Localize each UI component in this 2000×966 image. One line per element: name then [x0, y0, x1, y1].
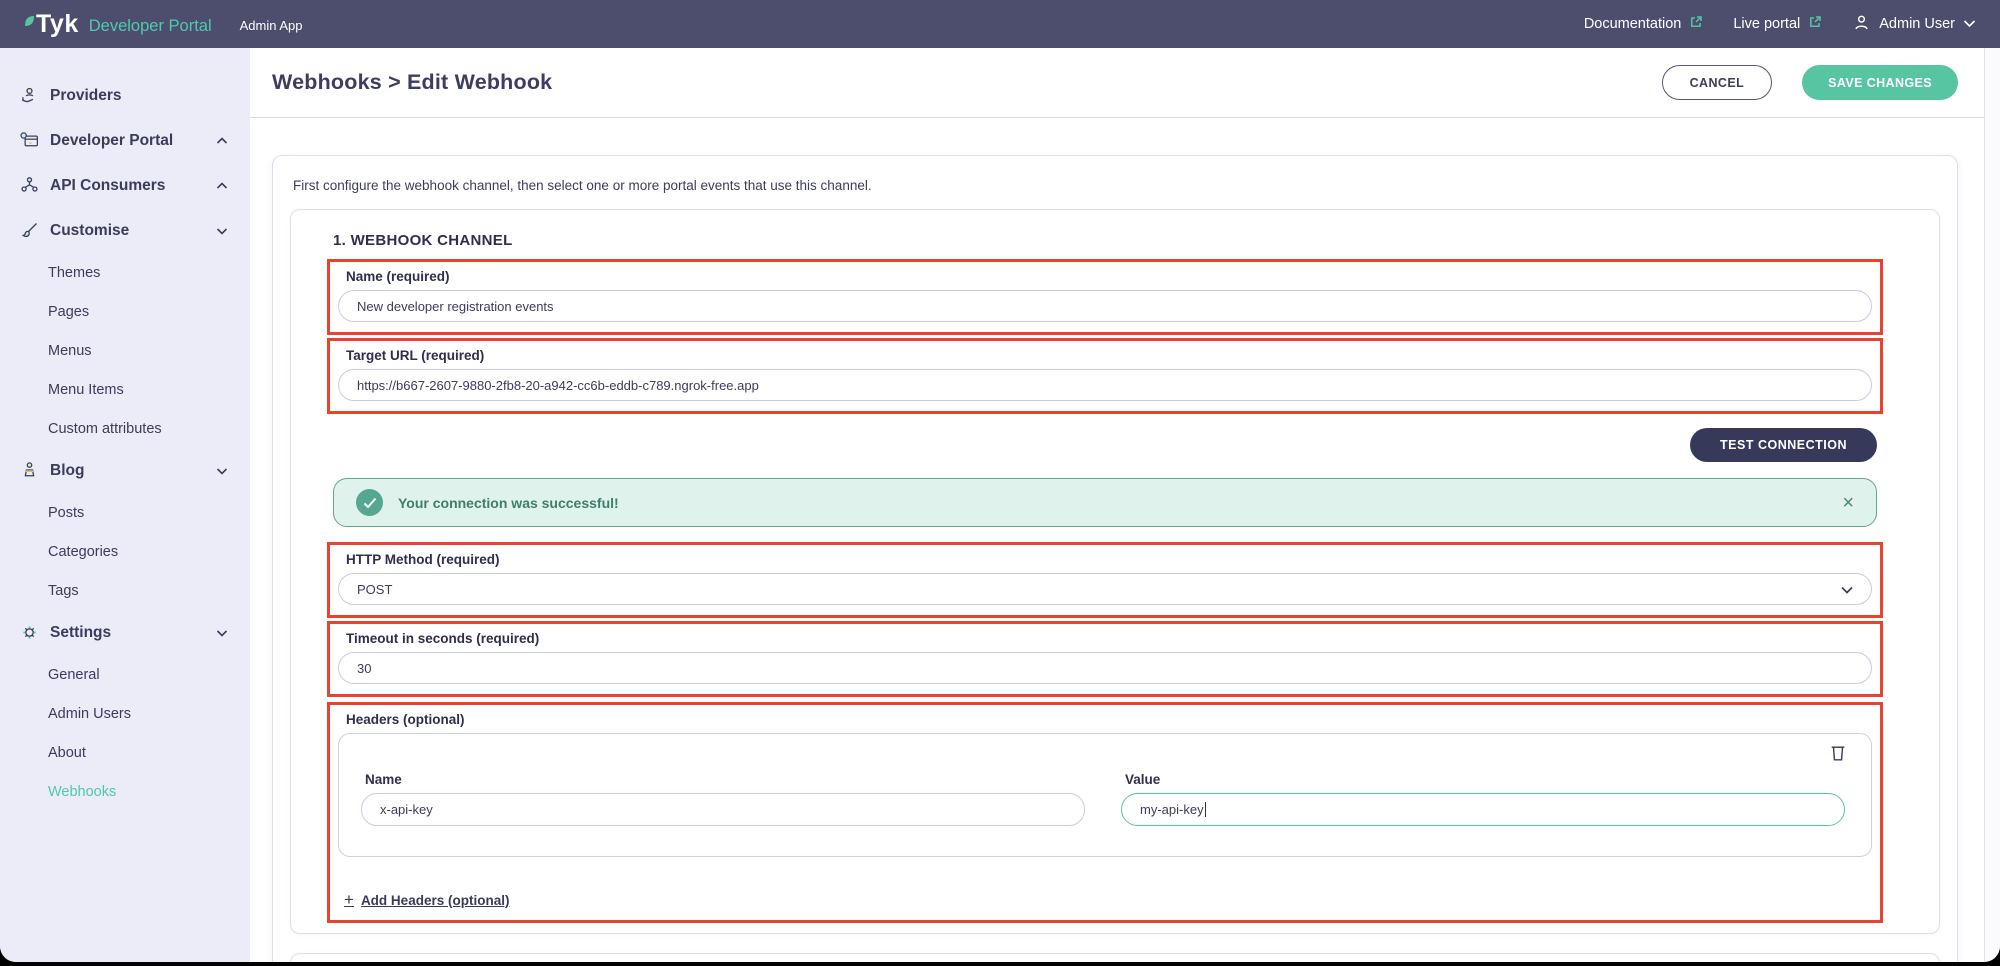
logo-text: Tyk	[36, 7, 79, 41]
providers-icon	[18, 85, 40, 106]
http-method-value: POST	[357, 582, 392, 597]
app-window: Tyk Developer Portal Admin App Documenta…	[0, 0, 2000, 962]
portal-events-card	[290, 953, 1940, 962]
settings-icon	[18, 622, 40, 643]
timeout-input[interactable]	[338, 652, 1872, 684]
sidebar-item-about[interactable]: About	[0, 733, 250, 772]
api-consumers-icon	[18, 175, 40, 196]
sidebar-item-webhooks[interactable]: Webhooks	[0, 772, 250, 811]
trash-icon	[1829, 751, 1847, 766]
cancel-button[interactable]: CANCEL	[1662, 65, 1772, 100]
user-menu[interactable]: Admin User	[1852, 13, 1976, 36]
sidebar-item-pages[interactable]: Pages	[0, 292, 250, 331]
chevron-down-icon	[216, 227, 228, 235]
app-name: Admin App	[240, 18, 303, 33]
header-value-text: my-api-key	[1140, 802, 1204, 817]
user-icon	[1852, 13, 1871, 36]
save-changes-button[interactable]: SAVE CHANGES	[1802, 65, 1958, 100]
sidebar-item-menus[interactable]: Menus	[0, 331, 250, 370]
target-url-field-label: Target URL (required)	[346, 348, 1872, 363]
header-value-input[interactable]: my-api-key	[1121, 793, 1845, 826]
intro-text: First configure the webhook channel, the…	[293, 178, 1957, 193]
external-link-icon	[1689, 15, 1703, 33]
add-headers-link[interactable]: + Add Headers (optional)	[344, 890, 509, 910]
page-header: Webhooks > Edit Webhook CANCEL SAVE CHAN…	[250, 48, 1984, 118]
sidebar-item-custom-attributes[interactable]: Custom attributes	[0, 409, 250, 448]
chevron-down-icon	[1963, 16, 1976, 32]
annotation-box-name: Name (required)	[327, 259, 1883, 335]
name-field-label: Name (required)	[346, 269, 1872, 284]
close-icon[interactable]: ×	[1842, 493, 1854, 513]
header-name-label: Name	[365, 772, 1085, 787]
product-name: Developer Portal	[89, 17, 212, 36]
sidebar: Providers Developer Portal API Consumers	[0, 48, 250, 962]
annotation-box-timeout: Timeout in seconds (required)	[327, 621, 1883, 697]
sidebar-item-categories[interactable]: Categories	[0, 532, 250, 571]
chevron-down-icon	[216, 467, 228, 475]
sidebar-item-developer-portal[interactable]: Developer Portal	[0, 118, 250, 163]
headers-section-label: Headers (optional)	[346, 712, 1872, 727]
target-url-input[interactable]	[338, 369, 1872, 401]
tyk-leaf-icon	[24, 14, 35, 32]
http-method-field-label: HTTP Method (required)	[346, 552, 1872, 567]
chevron-up-icon	[216, 137, 228, 145]
sidebar-item-general[interactable]: General	[0, 655, 250, 694]
section-title: 1. WEBHOOK CHANNEL	[333, 232, 1883, 249]
sidebar-item-api-consumers[interactable]: API Consumers	[0, 163, 250, 208]
chevron-down-icon	[216, 629, 228, 637]
add-headers-label: Add Headers (optional)	[361, 893, 510, 908]
developer-portal-icon	[18, 130, 40, 151]
breadcrumb: Webhooks > Edit Webhook	[272, 70, 552, 95]
http-method-select[interactable]: POST	[338, 573, 1872, 605]
annotation-box-target-url: Target URL (required)	[327, 338, 1883, 414]
sidebar-item-admin-users[interactable]: Admin Users	[0, 694, 250, 733]
chevron-down-icon	[1840, 582, 1854, 600]
live-portal-label: Live portal	[1733, 16, 1800, 32]
check-circle-icon	[356, 489, 383, 516]
main-content: First configure the webhook channel, the…	[250, 118, 1984, 962]
top-navbar: Tyk Developer Portal Admin App Documenta…	[0, 0, 2000, 48]
sidebar-item-posts[interactable]: Posts	[0, 493, 250, 532]
external-link-icon	[1808, 15, 1822, 33]
live-portal-link[interactable]: Live portal	[1733, 15, 1822, 33]
vertical-scrollbar[interactable]	[1984, 48, 2000, 962]
delete-header-button[interactable]	[1829, 744, 1847, 766]
sidebar-item-settings[interactable]: Settings	[0, 610, 250, 655]
customise-icon	[18, 220, 40, 241]
header-value-label: Value	[1125, 772, 1845, 787]
sidebar-item-tags[interactable]: Tags	[0, 571, 250, 610]
plus-icon: +	[344, 890, 354, 910]
chevron-up-icon	[216, 182, 228, 190]
sidebar-item-blog[interactable]: Blog	[0, 448, 250, 493]
webhook-channel-card: 1. WEBHOOK CHANNEL Name (required) Targe…	[290, 209, 1940, 934]
documentation-link[interactable]: Documentation	[1584, 15, 1704, 33]
alert-message: Your connection was successful!	[398, 495, 619, 511]
tyk-logo[interactable]: Tyk	[24, 7, 79, 41]
timeout-field-label: Timeout in seconds (required)	[346, 631, 1872, 646]
text-cursor	[1205, 802, 1207, 817]
success-alert: Your connection was successful! ×	[333, 478, 1877, 527]
header-row-card: Name Value my-api-key	[338, 733, 1872, 857]
sidebar-item-providers[interactable]: Providers	[0, 73, 250, 118]
annotation-box-headers: Headers (optional) Name	[327, 702, 1883, 923]
name-input[interactable]	[338, 290, 1872, 322]
header-name-input[interactable]	[361, 793, 1085, 826]
webhook-form-panel: First configure the webhook channel, the…	[272, 155, 1958, 962]
test-connection-button[interactable]: TEST CONNECTION	[1690, 428, 1877, 462]
annotation-box-http-method: HTTP Method (required) POST	[327, 542, 1883, 618]
user-name: Admin User	[1879, 16, 1955, 32]
documentation-label: Documentation	[1584, 16, 1682, 32]
sidebar-item-themes[interactable]: Themes	[0, 253, 250, 292]
sidebar-item-customise[interactable]: Customise	[0, 208, 250, 253]
sidebar-item-menu-items[interactable]: Menu Items	[0, 370, 250, 409]
blog-icon	[18, 460, 40, 481]
